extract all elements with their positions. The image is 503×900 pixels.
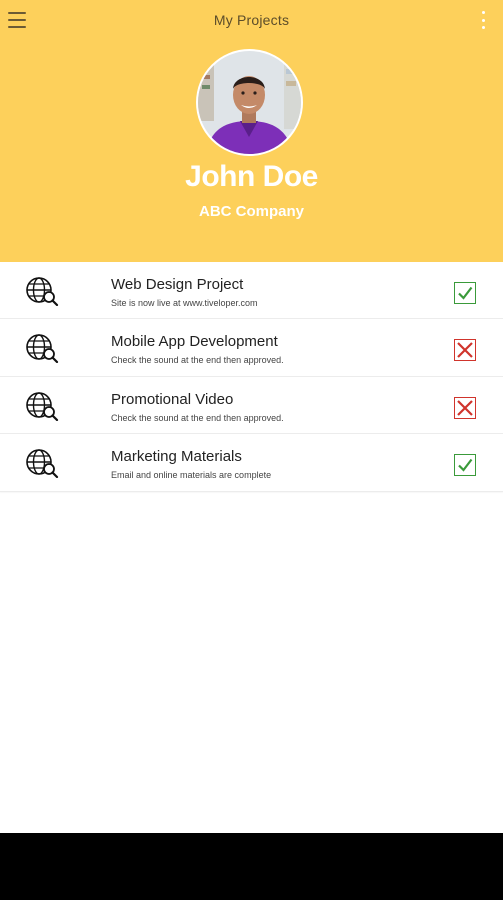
project-row-promotional-video[interactable]: Promotional Video Check the sound at the…: [0, 377, 503, 434]
checkmark-icon[interactable]: [454, 454, 476, 476]
more-vertical-icon[interactable]: [479, 11, 487, 29]
project-row-web-design[interactable]: Web Design Project Site is now live at w…: [0, 262, 503, 319]
globe-search-icon: [26, 334, 59, 363]
profile-header: My Projects John Doe ABC Company: [0, 0, 503, 262]
globe-search-icon: [26, 392, 59, 421]
project-title: Web Design Project: [111, 276, 244, 293]
system-nav-bar: [0, 833, 503, 900]
project-subtitle: Check the sound at the end then approved…: [111, 355, 284, 365]
profile-photo: [198, 51, 301, 154]
project-title: Mobile App Development: [111, 333, 278, 350]
user-company: ABC Company: [198, 203, 304, 220]
x-mark-icon[interactable]: [454, 397, 476, 419]
project-row-mobile-app[interactable]: Mobile App Development Check the sound a…: [0, 319, 503, 377]
project-subtitle: Check the sound at the end then approved…: [111, 413, 284, 423]
project-subtitle: Email and online materials are complete: [111, 470, 272, 480]
globe-search-icon: [26, 449, 59, 478]
user-name: John Doe: [185, 160, 318, 193]
x-mark-icon[interactable]: [454, 339, 476, 361]
project-subtitle: Site is now live at www.tiveloper.com: [111, 298, 258, 308]
project-row-marketing-materials[interactable]: Marketing Materials Email and online mat…: [0, 434, 503, 492]
avatar[interactable]: [196, 49, 303, 156]
checkmark-icon[interactable]: [454, 282, 476, 304]
app-title: My Projects: [213, 12, 290, 28]
project-title: Marketing Materials: [111, 448, 242, 465]
project-list: Web Design Project Site is now live at w…: [0, 262, 503, 492]
project-title: Promotional Video: [111, 391, 234, 408]
globe-search-icon: [26, 277, 59, 306]
